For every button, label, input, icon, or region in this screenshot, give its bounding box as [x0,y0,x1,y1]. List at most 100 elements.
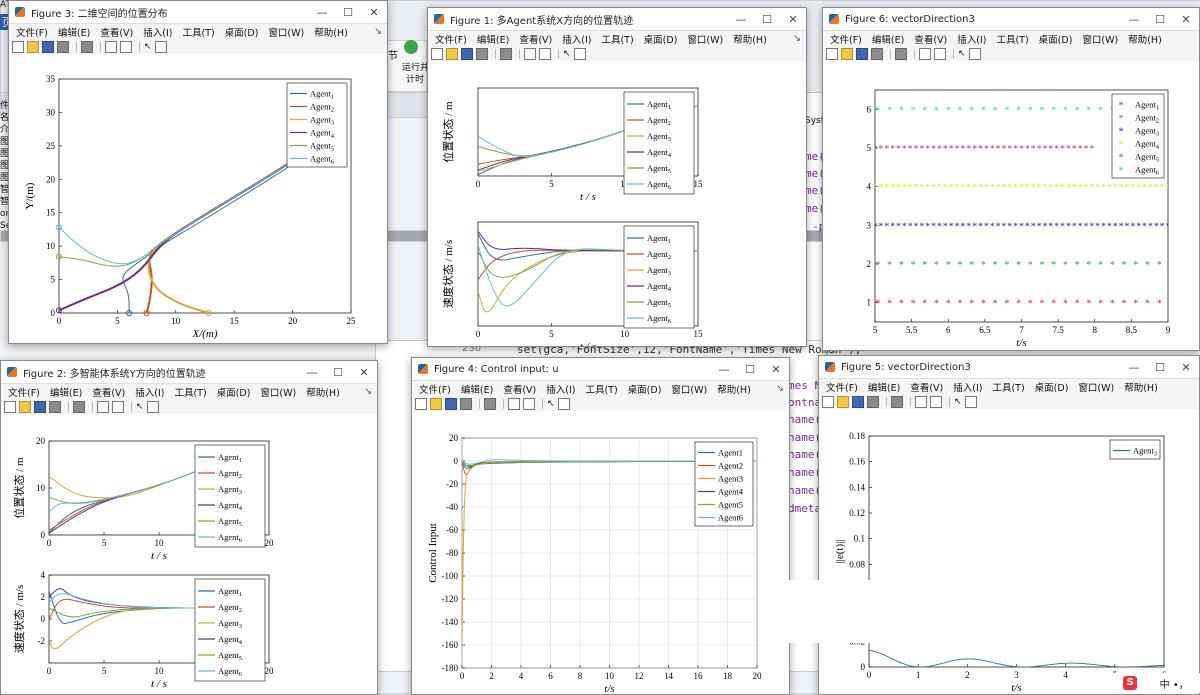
link-icon[interactable] [484,397,496,410]
print-icon[interactable] [49,400,61,413]
legend[interactable]: Agent1Agent2Agent3Agent4Agent5Agent6 [286,82,348,168]
legend[interactable]: Agent1Agent2Agent3Agent4Agent5Agent6 [623,225,695,329]
ime-status[interactable]: 中 •， [1160,676,1189,691]
colorbar-icon[interactable] [524,47,536,60]
menu-item[interactable]: 文件(F) [830,32,862,46]
open-file-icon[interactable] [19,400,31,413]
property-editor-icon[interactable] [147,400,159,413]
save-icon[interactable] [852,395,864,408]
legend-icon[interactable] [112,400,124,413]
colorbar-icon[interactable] [105,40,117,53]
maximize-icon[interactable]: ☐ [1147,13,1173,26]
legend-icon[interactable] [934,47,946,60]
menu-item[interactable]: 桌面(D) [628,382,662,396]
menu-item[interactable]: 文件(F) [826,380,858,394]
menu-item[interactable]: 插入(I) [546,382,575,396]
menu-item[interactable]: 桌面(D) [217,385,251,399]
figure-canvas[interactable]: 0 5 10 15 20 25 0 5 10 15 20 25 30 35 X/(m) Y/(m) Agent1… [9,54,387,343]
menu-item[interactable]: 查看(V) [914,32,947,46]
menu-item[interactable]: 桌面(D) [644,32,678,46]
menu-item[interactable]: 文件(F) [435,32,467,46]
menu-item[interactable]: 查看(V) [92,385,125,399]
colorbar-icon[interactable] [915,395,927,408]
menu-item[interactable]: 帮助(H) [314,25,348,39]
save-icon[interactable] [42,40,54,53]
legend-icon[interactable] [539,47,551,60]
close-icon[interactable]: ✕ [361,6,387,19]
menu-item[interactable]: 编辑(E) [477,32,509,46]
close-icon[interactable]: ✕ [763,363,789,376]
property-editor-icon[interactable] [155,40,167,53]
axes[interactable]: 0 5 10 15 t / s 速度状态 / m/s Agent1Agent2Agent3A… [441,221,703,347]
new-figure-icon[interactable] [822,395,834,408]
menu-item[interactable]: 查看(V) [519,32,552,46]
menu-item[interactable]: 窗口(W) [268,25,304,39]
dock-arrow-icon[interactable]: ↘ [374,26,382,37]
save-icon[interactable] [856,47,868,60]
link-icon[interactable] [500,47,512,60]
menu-item[interactable]: 文件(F) [16,25,48,39]
axes[interactable]: 0510152001020t / s位置状态 / mAgent1Agent2Ag… [12,436,274,562]
menu-item[interactable]: 编辑(E) [868,380,900,394]
minimize-icon[interactable]: — [299,366,325,379]
open-file-icon[interactable] [430,397,442,410]
axes[interactable]: 0 5 10 15 20 25 0 5 10 15 20 25 30 35 X/(m) Y/(m) Agent1… [24,74,356,340]
print-icon[interactable] [57,40,69,53]
window-titlebar[interactable]: Figure 5: vectorDirection3 — ☐ ✕ [819,356,1199,379]
property-editor-icon[interactable] [558,397,570,410]
new-figure-icon[interactable] [4,400,16,413]
window-titlebar[interactable]: Figure 4: Control input: u — ☐ ✕ [412,358,789,381]
window-titlebar[interactable]: Figure 6: vectorDirection3 — ☐ ✕ [823,8,1199,31]
close-icon[interactable]: ✕ [351,366,377,379]
figure-canvas[interactable]: 0 5 10 15 t / s 位置状态 / m Agent1Agent2Agent3Age… [428,61,806,347]
open-file-icon[interactable] [837,395,849,408]
axes[interactable]: 5 5.5 6 6.5 7 7.5 8 8.5 9 1 2 3 4 5 6 t/s * * * * * * * * * * * * * *… [867,89,1171,349]
legend[interactable]: Agent1Agent2Agent3Agent4Agent5Agent6 [194,444,266,548]
menu-item[interactable]: 工具(T) [182,25,214,39]
link-icon[interactable] [73,400,85,413]
minimize-icon[interactable]: — [1121,361,1147,374]
legend[interactable]: Agent1Agent2Agent3Agent4Agent5Agent6 [194,578,266,682]
menu-item[interactable]: 工具(T) [996,32,1028,46]
window-titlebar[interactable]: Figure 1: 多Agent系统X方向的位置轨迹 — ☐ ✕ [428,8,806,31]
open-file-icon[interactable] [27,40,39,53]
save-icon[interactable] [34,400,46,413]
close-icon[interactable]: ✕ [780,13,806,26]
print-icon[interactable] [476,47,488,60]
legend[interactable]: * Agent1* Agent2* Agent3* Agent4* Agent5* Agen… [1111,93,1165,179]
colorbar-icon[interactable] [508,397,520,410]
dock-arrow-icon[interactable]: ↘ [364,386,372,397]
menu-item[interactable]: 插入(I) [957,32,986,46]
menu-item[interactable]: 工具(T) [585,382,617,396]
menu-item[interactable]: 桌面(D) [1039,32,1073,46]
figure-canvas[interactable]: 5 5.5 6 6.5 7 7.5 8 8.5 9 1 2 3 4 5 6 t/s * * * * * * * * * * * * * *… [823,61,1199,350]
figure-canvas[interactable]: 012345600.020.040.060.080.10.120.140.160… [819,409,1199,694]
menu-item[interactable]: 编辑(E) [461,382,493,396]
menu-item[interactable]: 编辑(E) [58,25,90,39]
menu-item[interactable]: 窗口(W) [260,385,296,399]
pointer-icon[interactable]: ↖ [954,397,962,407]
menu-item[interactable]: 工具(T) [992,380,1024,394]
menu-item[interactable]: 帮助(H) [717,382,751,396]
figure-window-2[interactable]: Figure 2: 多智能体系统Y方向的位置轨迹 — ☐ ✕ 文件(F) 编辑(E) 查看(… [0,360,378,695]
figure-window-3[interactable]: Figure 3: 二维空间的位置分布 — ☐ ✕ 文件(F) 编辑(E) 查看(V) 插入(… [8,0,388,344]
minimize-icon[interactable]: — [711,363,737,376]
dock-arrow-icon[interactable]: ↘ [776,383,784,394]
window-titlebar[interactable]: Figure 2: 多智能体系统Y方向的位置轨迹 — ☐ ✕ [1,361,377,384]
pointer-icon[interactable]: ↖ [563,49,571,59]
axes[interactable]: 05101520-2024t / s速度状态 / m/sAgent1Agent2… [12,570,274,690]
menu-item[interactable]: 插入(I) [562,32,591,46]
pointer-icon[interactable]: ↖ [144,42,152,52]
new-figure-icon[interactable] [826,47,838,60]
legend[interactable]: Agent1Agent2Agent3Agent4Agent5Agent6 [623,91,695,195]
axes[interactable]: 051015t / s位置状态 / mAgent1Agent2Agent3Age… [441,87,703,203]
menu-item[interactable]: 窗口(W) [687,32,723,46]
legend-icon[interactable] [523,397,535,410]
link-icon[interactable] [891,395,903,408]
menu-item[interactable]: 帮助(H) [1128,32,1162,46]
close-icon[interactable]: ✕ [1173,13,1199,26]
menu-item[interactable]: 查看(V) [910,380,943,394]
menu-item[interactable]: 工具(T) [601,32,633,46]
save-icon[interactable] [461,47,473,60]
open-file-icon[interactable] [841,47,853,60]
